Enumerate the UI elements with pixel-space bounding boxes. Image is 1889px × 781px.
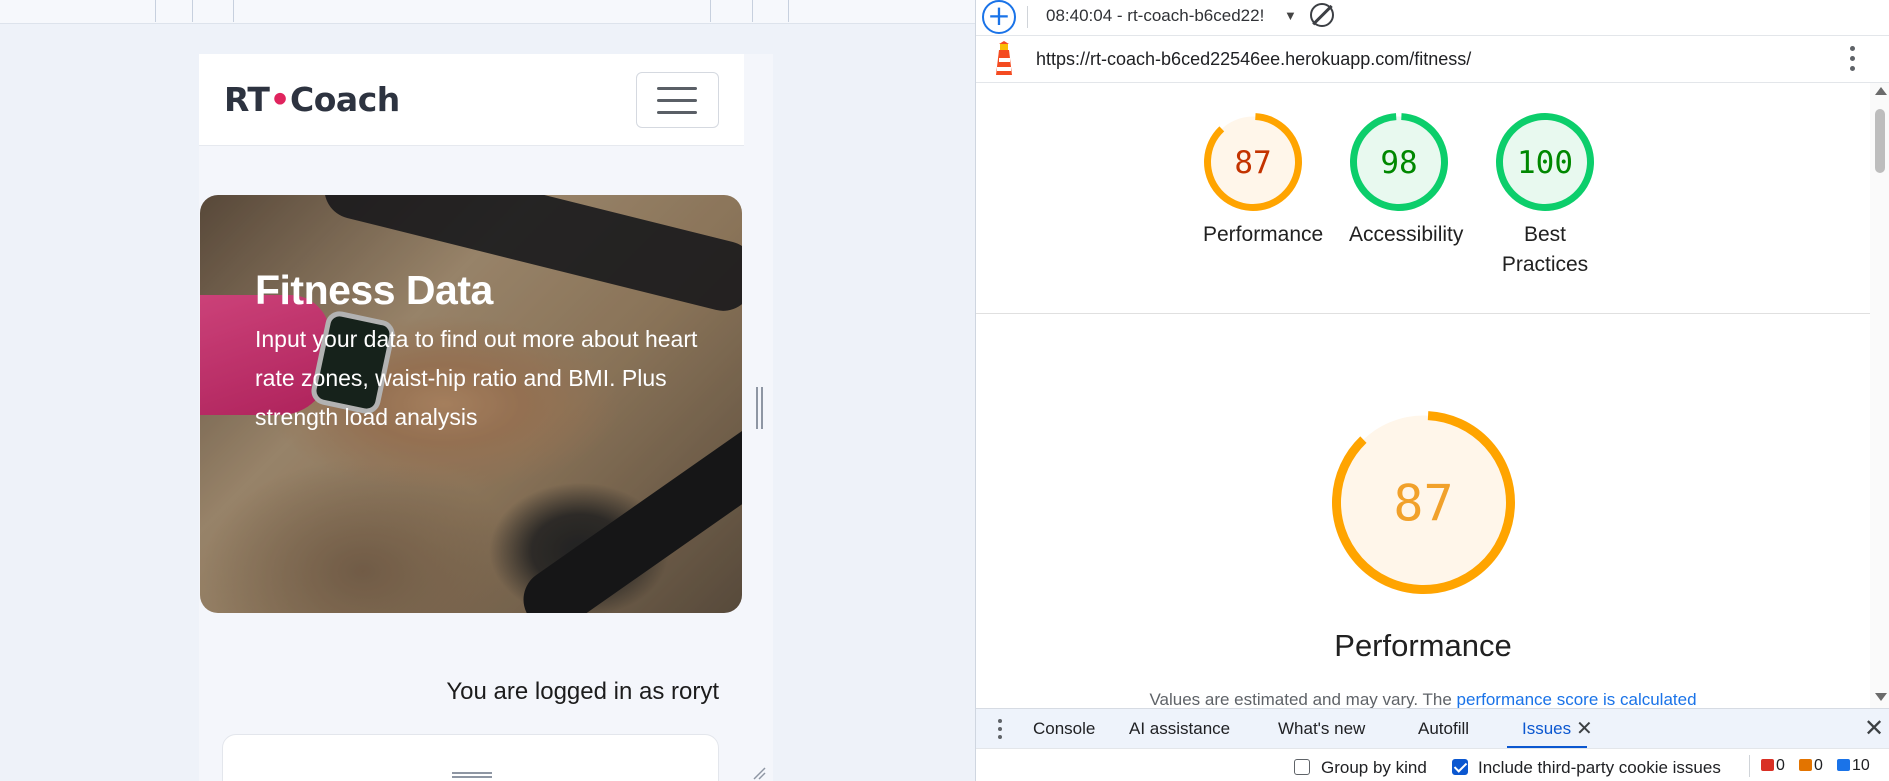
warning-count-value: 0 bbox=[1814, 757, 1823, 774]
new-report-icon[interactable]: + bbox=[982, 0, 1016, 34]
kebab-dot bbox=[1850, 46, 1855, 51]
gauge-label: Performance bbox=[1203, 223, 1324, 246]
page-viewport: RT•Coach Fitness Data Input your data to… bbox=[199, 54, 744, 781]
hamburger-line bbox=[657, 87, 697, 90]
group-by-kind-checkbox[interactable] bbox=[1294, 759, 1310, 775]
gauge-ring: 100 bbox=[1496, 113, 1594, 211]
report-url-bar: https://rt-coach-b6ced22546ee.herokuapp.… bbox=[976, 36, 1889, 83]
error-count-value: 0 bbox=[1776, 757, 1785, 774]
gauge-ring: 98 bbox=[1350, 113, 1448, 211]
performance-note-text: Values are estimated and may vary. The bbox=[1149, 690, 1457, 708]
ruler-tick bbox=[192, 0, 193, 22]
performance-score-link[interactable]: performance score is calculated bbox=[1457, 690, 1697, 708]
drawer-tab-bar: Console AI assistance What's new Autofil… bbox=[976, 708, 1889, 749]
device-viewport-pane: RT•Coach Fitness Data Input your data to… bbox=[0, 0, 975, 781]
info-count-value: 10 bbox=[1852, 757, 1870, 774]
drawer-menu-icon[interactable] bbox=[998, 719, 1004, 741]
performance-note: Values are estimated and may vary. The p… bbox=[976, 690, 1870, 708]
tab-whats-new[interactable]: What's new bbox=[1278, 719, 1365, 739]
hero-title: Fitness Data bbox=[255, 267, 493, 313]
warning-icon bbox=[1799, 759, 1812, 771]
gauge-label: Best Practices bbox=[1501, 223, 1589, 276]
more-options-icon[interactable] bbox=[1850, 46, 1856, 72]
kebab-dot bbox=[1850, 56, 1855, 61]
gauge-score: 100 bbox=[1517, 145, 1573, 181]
lighthouse-report: 87 Performance 98 Accessibility 100 Best… bbox=[976, 83, 1870, 708]
score-gauge-performance[interactable]: 87 Performance bbox=[1203, 112, 1324, 250]
gauge-divider bbox=[976, 313, 1870, 314]
issues-divider bbox=[1749, 755, 1750, 777]
chevron-down-icon[interactable]: ▼ bbox=[1284, 8, 1297, 23]
hero-description: Input your data to find out more about h… bbox=[255, 326, 698, 430]
resize-handle-right[interactable] bbox=[756, 387, 763, 429]
error-count[interactable]: 0 bbox=[1761, 757, 1785, 775]
score-gauge-accessibility[interactable]: 98 Accessibility bbox=[1349, 112, 1464, 250]
tab-console[interactable]: Console bbox=[1033, 719, 1095, 739]
scroll-up-arrow-icon[interactable] bbox=[1875, 87, 1887, 95]
report-scrollbar[interactable] bbox=[1870, 83, 1889, 708]
site-navbar: RT•Coach bbox=[199, 54, 744, 146]
hero-banner: Fitness Data Input your data to find out… bbox=[200, 195, 742, 613]
report-selector[interactable]: 08:40:04 - rt-coach-b6ced22! bbox=[1046, 6, 1281, 26]
gauge-score: 98 bbox=[1380, 145, 1417, 181]
devtools-panel: + 08:40:04 - rt-coach-b6ced22! ▼ https:/… bbox=[975, 0, 1889, 781]
ruler-tick bbox=[155, 0, 156, 22]
score-gauge-best-practices[interactable]: 100 Best Practices bbox=[1495, 112, 1595, 280]
include-third-party-checkbox[interactable] bbox=[1452, 759, 1468, 775]
emulated-device: RT•Coach Fitness Data Input your data to… bbox=[199, 54, 773, 781]
ruler-tick bbox=[710, 0, 711, 22]
scroll-down-arrow-icon[interactable] bbox=[1875, 693, 1887, 701]
resize-handle-corner[interactable] bbox=[752, 766, 766, 780]
gauge-ring: 87 bbox=[1204, 113, 1302, 211]
hamburger-line bbox=[657, 99, 697, 102]
logged-in-status: You are logged in as roryt bbox=[446, 678, 719, 705]
gauge-score: 87 bbox=[1393, 475, 1453, 533]
warning-count[interactable]: 0 bbox=[1799, 757, 1823, 775]
brand-right: Coach bbox=[290, 80, 400, 119]
close-tab-icon[interactable]: ✕ bbox=[1576, 716, 1593, 741]
lighthouse-icon bbox=[996, 41, 1012, 75]
gauge-label: Accessibility bbox=[1349, 223, 1464, 246]
ruler-tick bbox=[752, 0, 753, 22]
performance-heading: Performance bbox=[1334, 628, 1512, 663]
resize-handle-bottom[interactable] bbox=[452, 772, 492, 778]
toolbar-divider bbox=[1027, 6, 1028, 28]
kebab-dot bbox=[998, 727, 1002, 731]
error-icon bbox=[1761, 759, 1774, 771]
tab-issues[interactable]: Issues bbox=[1522, 719, 1571, 739]
report-url[interactable]: https://rt-coach-b6ced22546ee.herokuapp.… bbox=[1036, 49, 1471, 70]
hamburger-line bbox=[657, 111, 697, 114]
device-ruler bbox=[0, 0, 975, 24]
close-drawer-icon[interactable]: ✕ bbox=[1864, 714, 1884, 743]
brand-left: RT bbox=[224, 80, 270, 119]
clear-all-icon[interactable] bbox=[1310, 3, 1334, 27]
info-count[interactable]: 10 bbox=[1837, 757, 1870, 775]
kebab-dot bbox=[1850, 66, 1855, 71]
kebab-dot bbox=[998, 719, 1002, 723]
hamburger-menu-button[interactable] bbox=[636, 72, 719, 128]
brand-dot: • bbox=[269, 80, 291, 119]
issues-toolbar: Group by kind Include third-party cookie… bbox=[976, 748, 1889, 781]
ruler-tick bbox=[788, 0, 789, 22]
tab-ai-assistance[interactable]: AI assistance bbox=[1129, 719, 1230, 739]
group-by-kind-label[interactable]: Group by kind bbox=[1321, 758, 1427, 778]
performance-big-gauge: 87 bbox=[1331, 410, 1516, 600]
include-third-party-label[interactable]: Include third-party cookie issues bbox=[1478, 758, 1721, 778]
tab-autofill[interactable]: Autofill bbox=[1418, 719, 1469, 739]
gauge-ring: 87 bbox=[1332, 411, 1515, 594]
scroll-thumb[interactable] bbox=[1875, 109, 1885, 173]
ruler-tick bbox=[233, 0, 234, 22]
lighthouse-toolbar: + 08:40:04 - rt-coach-b6ced22! ▼ bbox=[976, 0, 1889, 36]
gauge-score: 87 bbox=[1234, 145, 1271, 181]
kebab-dot bbox=[998, 735, 1002, 739]
brand-logo[interactable]: RT•Coach bbox=[224, 80, 400, 119]
info-icon bbox=[1837, 759, 1850, 771]
